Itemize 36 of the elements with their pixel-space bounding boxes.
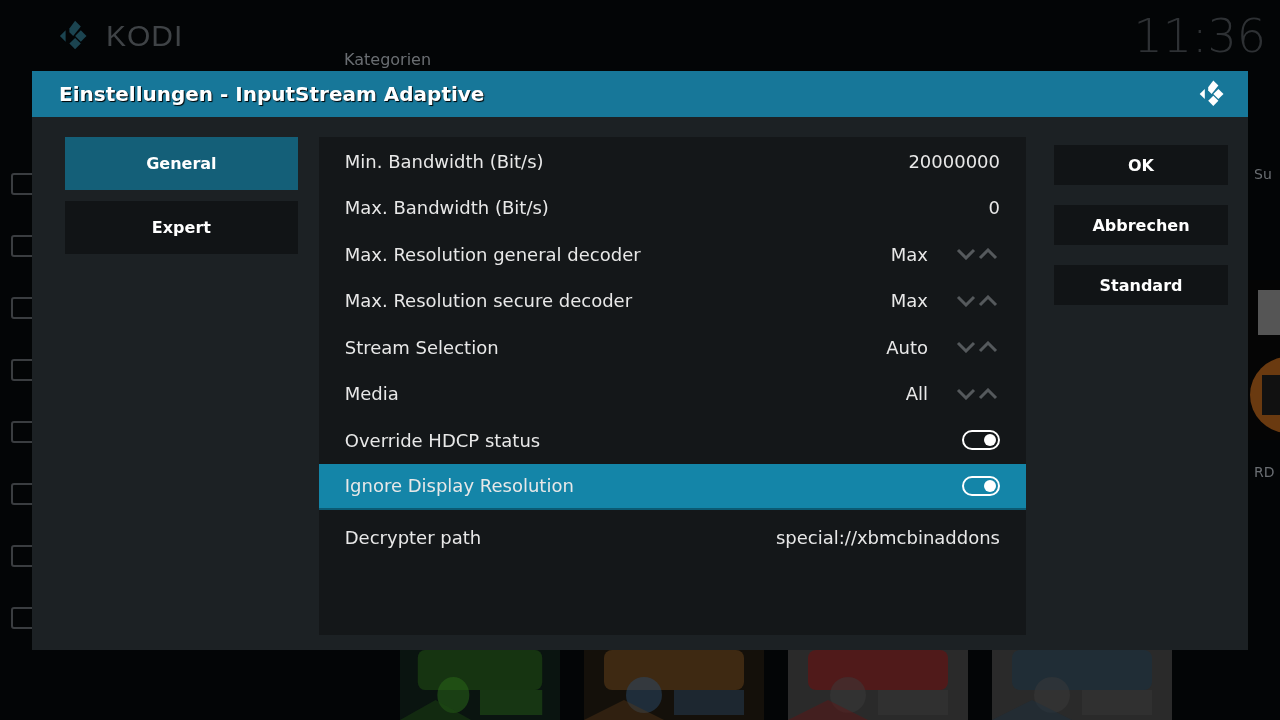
setting-label: Media	[344, 383, 400, 405]
setting-value: Max	[890, 243, 928, 265]
dialog-button[interactable]: Standard	[1054, 265, 1228, 305]
setting-value: special://xbmcbinaddons	[775, 526, 1000, 548]
category-tab[interactable]: Expert	[65, 201, 298, 254]
setting-row[interactable]: Min. Bandwidth (Bit/s) 20000000	[318, 138, 1026, 185]
setting-label: Ignore Display Resolution	[344, 475, 575, 497]
setting-row[interactable]: Max. Bandwidth (Bit/s) 0	[318, 184, 1026, 231]
dialog-button[interactable]: Abbrechen	[1054, 205, 1228, 245]
setting-row[interactable]: Max. Resolution secure decoder Max	[318, 277, 1026, 324]
tile-caption: RD	[1254, 464, 1275, 480]
setting-value: 20000000	[908, 150, 1000, 172]
toggle-switch[interactable]	[962, 430, 1000, 451]
setting-value: Max	[890, 290, 928, 312]
setting-row[interactable]: Decrypter path special://xbmcbinaddons	[318, 514, 1026, 561]
setting-label: Max. Resolution secure decoder	[344, 290, 634, 312]
setting-value: Auto	[886, 336, 928, 358]
setting-label: Decrypter path	[344, 526, 483, 548]
toggle-switch[interactable]	[962, 475, 1000, 496]
setting-row[interactable]: Stream Selection Auto	[318, 324, 1026, 371]
dialog-title: Einstellungen - InputStream Adaptive	[59, 82, 485, 106]
setting-label: Max. Bandwidth (Bit/s)	[344, 197, 550, 219]
dialog-button[interactable]: OK	[1054, 145, 1228, 185]
section-heading: Kategorien	[344, 50, 432, 69]
setting-label: Override HDCP status	[344, 429, 542, 451]
setting-value: 0	[988, 197, 1000, 219]
tile-caption: Su	[1254, 166, 1272, 182]
setting-row[interactable]: Media All	[318, 370, 1026, 417]
category-tab[interactable]: General	[65, 137, 298, 190]
setting-label: Stream Selection	[344, 336, 500, 358]
setting-value: All	[905, 383, 928, 405]
setting-label: Max. Resolution general decoder	[344, 243, 642, 265]
setting-label: Min. Bandwidth (Bit/s)	[344, 150, 545, 172]
setting-row[interactable]: Override HDCP status	[318, 417, 1026, 464]
logo-text: KODI	[106, 19, 184, 53]
setting-row[interactable]: Max. Resolution general decoder Max	[318, 231, 1026, 278]
